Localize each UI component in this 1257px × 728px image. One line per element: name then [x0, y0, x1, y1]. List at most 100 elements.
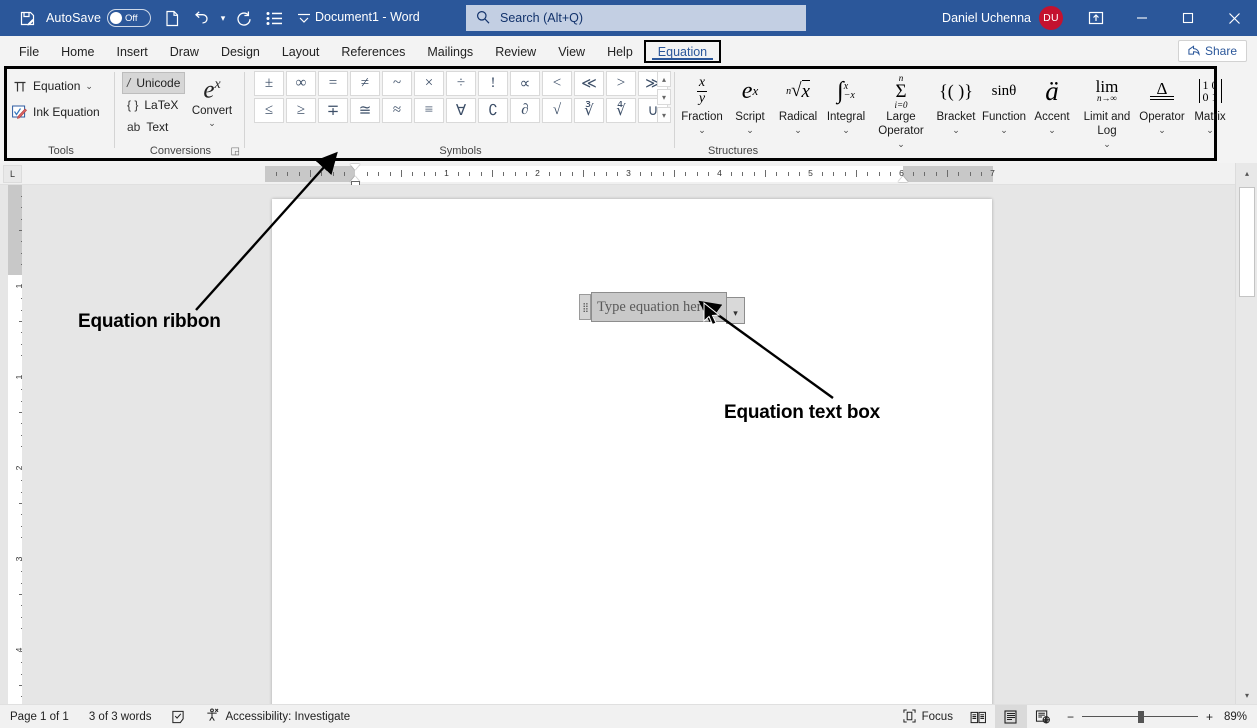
ink-equation-button[interactable]: Ink Equation: [8, 100, 114, 124]
word-count[interactable]: 3 of 3 words: [79, 705, 162, 728]
chevron-down-icon[interactable]: ⌄: [897, 139, 905, 149]
symbol-button[interactable]: ≤: [254, 98, 284, 123]
equation-options-dropdown[interactable]: ▾: [726, 297, 745, 324]
chevron-down-icon[interactable]: ⌄: [980, 124, 1028, 136]
symbol-button[interactable]: ×: [414, 71, 444, 96]
bracket-button[interactable]: {( )} Bracket ⌄: [932, 70, 980, 136]
ribbon-display-options-icon[interactable]: [1073, 0, 1119, 36]
autosave-toggle[interactable]: Off: [107, 9, 151, 27]
script-button[interactable]: ex Script ⌄: [726, 70, 774, 136]
chevron-down-icon[interactable]: ⌄: [932, 124, 980, 136]
tab-references[interactable]: References: [330, 40, 416, 63]
function-button[interactable]: sinθ Function ⌄: [980, 70, 1028, 136]
undo-icon[interactable]: [187, 5, 217, 31]
symbol-button[interactable]: ÷: [446, 71, 476, 96]
zoom-out-button[interactable]: −: [1067, 710, 1074, 724]
scrollbar-thumb[interactable]: [1239, 187, 1255, 297]
document-title[interactable]: Document1 - Word: [315, 10, 420, 24]
right-indent-marker[interactable]: [898, 176, 908, 182]
latex-option[interactable]: { } LaTeX: [122, 94, 185, 116]
tab-stop-selector[interactable]: L: [3, 165, 22, 183]
chevron-down-icon[interactable]: ⌄: [822, 124, 870, 136]
zoom-level[interactable]: 89%: [1221, 711, 1257, 723]
tab-insert[interactable]: Insert: [106, 40, 159, 63]
save-icon[interactable]: [12, 5, 42, 31]
share-button[interactable]: Share: [1178, 40, 1247, 62]
vertical-scrollbar[interactable]: ▴ ▴ ▾: [1235, 163, 1257, 705]
chevron-down-icon[interactable]: ⌄: [678, 124, 726, 136]
equation-drag-handle[interactable]: ⣿: [579, 294, 591, 320]
tab-mailings[interactable]: Mailings: [416, 40, 484, 63]
zoom-slider-track[interactable]: [1082, 711, 1198, 723]
zoom-slider-handle[interactable]: [1138, 711, 1144, 723]
chevron-down-icon[interactable]: ⌄: [1103, 139, 1111, 149]
tab-equation[interactable]: Equation: [644, 40, 721, 63]
symbol-button[interactable]: ≈: [382, 98, 412, 123]
symbol-button[interactable]: >: [606, 71, 636, 96]
symbol-button[interactable]: ∜: [606, 98, 636, 123]
symbols-scroll-up-button[interactable]: ▴: [657, 71, 671, 87]
limit-and-log-button[interactable]: limn→∞ Limit and Log ⌄: [1076, 70, 1138, 150]
ruler-track[interactable]: 1234567: [265, 166, 993, 182]
large-operator-button[interactable]: nΣi=0 Large Operator ⌄: [870, 70, 932, 150]
symbol-button[interactable]: =: [318, 71, 348, 96]
chevron-down-icon[interactable]: ⌄: [1138, 124, 1186, 136]
document-page[interactable]: ⣿ Type equation here. ▾: [272, 199, 992, 705]
symbol-button[interactable]: ∞: [286, 71, 316, 96]
horizontal-ruler[interactable]: L 1234567: [0, 163, 1257, 185]
tab-draw[interactable]: Draw: [159, 40, 210, 63]
tab-home[interactable]: Home: [50, 40, 105, 63]
tab-file[interactable]: File: [8, 40, 50, 63]
vertical-ruler[interactable]: 11234: [0, 185, 22, 705]
chevron-down-icon[interactable]: ⌄: [774, 124, 822, 136]
symbol-button[interactable]: ∓: [318, 98, 348, 123]
symbol-button[interactable]: !: [478, 71, 508, 96]
chevron-down-icon[interactable]: ⌄: [85, 80, 93, 92]
symbol-button[interactable]: ≪: [574, 71, 604, 96]
first-line-indent-marker[interactable]: [350, 164, 360, 170]
symbol-button[interactable]: ∁: [478, 98, 508, 123]
integral-button[interactable]: ∫x−x Integral ⌄: [822, 70, 870, 136]
document-canvas[interactable]: ⣿ Type equation here. ▾: [22, 185, 1235, 705]
symbols-scroll-down-button[interactable]: ▾: [657, 89, 671, 105]
symbol-button[interactable]: ≥: [286, 98, 316, 123]
vertical-ruler-track[interactable]: 11234: [8, 185, 22, 705]
accessibility-status[interactable]: Accessibility: Investigate: [195, 705, 360, 728]
new-document-icon[interactable]: [157, 5, 187, 31]
symbol-button[interactable]: ∀: [446, 98, 476, 123]
symbol-button[interactable]: ~: [382, 71, 412, 96]
print-layout-button[interactable]: [995, 705, 1027, 728]
symbol-button[interactable]: ∛: [574, 98, 604, 123]
symbols-more-button[interactable]: ▾: [657, 107, 671, 123]
accent-button[interactable]: ä Accent ⌄: [1028, 70, 1076, 136]
maximize-button[interactable]: [1165, 0, 1211, 36]
convert-button[interactable]: ex Convert ⌄: [183, 70, 241, 129]
chevron-down-icon[interactable]: ⌄: [183, 117, 241, 129]
matrix-button[interactable]: 1 00 1 Matrix ⌄: [1186, 70, 1234, 136]
tab-design[interactable]: Design: [210, 40, 271, 63]
chevron-down-icon[interactable]: ⌄: [1186, 124, 1234, 136]
zoom-control[interactable]: − +: [1059, 710, 1221, 724]
tab-view[interactable]: View: [547, 40, 596, 63]
symbol-button[interactable]: ≅: [350, 98, 380, 123]
scroll-up-button[interactable]: ▴: [1236, 163, 1257, 183]
symbol-button[interactable]: ≡: [414, 98, 444, 123]
zoom-in-button[interactable]: +: [1206, 710, 1213, 724]
tab-review[interactable]: Review: [484, 40, 547, 63]
equation-button[interactable]: Equation ⌄: [8, 74, 114, 98]
symbol-button[interactable]: √: [542, 98, 572, 123]
chevron-down-icon[interactable]: ⌄: [726, 124, 774, 136]
bullet-list-icon[interactable]: [259, 5, 289, 31]
close-button[interactable]: [1211, 0, 1257, 36]
redo-icon[interactable]: [229, 5, 259, 31]
scroll-down-button[interactable]: ▾: [1236, 685, 1257, 705]
operator-button[interactable]: Δ Operator ⌄: [1138, 70, 1186, 136]
symbol-button[interactable]: ∂: [510, 98, 540, 123]
symbol-button[interactable]: ∝: [510, 71, 540, 96]
focus-button[interactable]: Focus: [893, 705, 963, 728]
web-layout-button[interactable]: [1027, 705, 1059, 728]
fraction-button[interactable]: xy Fraction ⌄: [678, 70, 726, 136]
chevron-down-icon[interactable]: ⌄: [1028, 124, 1076, 136]
minimize-button[interactable]: [1119, 0, 1165, 36]
read-mode-button[interactable]: [963, 705, 995, 728]
